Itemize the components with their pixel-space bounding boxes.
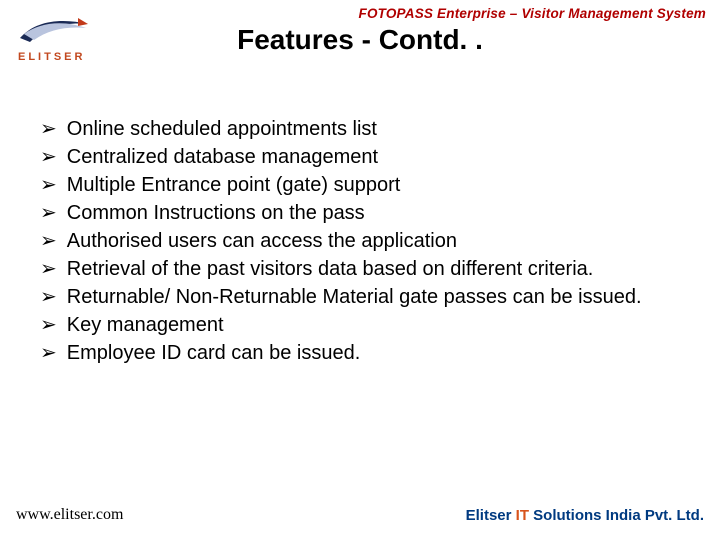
list-item: ➢ Key management [40,312,690,339]
footer-company: Elitser IT Solutions India Pvt. Ltd. [466,507,704,524]
bullet-icon: ➢ [40,256,57,283]
list-item: ➢ Online scheduled appointments list [40,116,690,143]
list-item: ➢ Centralized database management [40,144,690,171]
list-item-text: Authorised users can access the applicat… [67,228,457,255]
swoosh-icon [18,14,90,48]
bullet-icon: ➢ [40,172,57,199]
bullet-icon: ➢ [40,284,57,311]
footer-company-post: Solutions India Pvt. Ltd. [529,507,704,524]
bullet-icon: ➢ [40,312,57,339]
page-title: Features - Contd. . [0,24,720,56]
list-item-text: Common Instructions on the pass [67,200,365,227]
list-item-text: Employee ID card can be issued. [67,340,361,367]
bullet-icon: ➢ [40,144,57,171]
bullet-icon: ➢ [40,228,57,255]
product-header: FOTOPASS Enterprise – Visitor Management… [359,6,707,21]
footer: www.elitser.com Elitser IT Solutions Ind… [16,506,704,524]
brand-name: ELITSER [18,51,108,63]
bullet-icon: ➢ [40,116,57,143]
list-item: ➢ Retrieval of the past visitors data bas… [40,256,690,283]
list-item-text: Returnable/ Non-Returnable Material gate… [67,284,642,311]
list-item-text: Centralized database management [67,144,378,171]
feature-list: ➢ Online scheduled appointments list ➢ Cen… [40,116,690,368]
brand-logo: ELITSER [18,14,108,63]
footer-company-it: IT [516,507,529,524]
list-item-text: Multiple Entrance point (gate) support [67,172,401,199]
list-item: ➢ Common Instructions on the pass [40,200,690,227]
list-item: ➢ Authorised users can access the applica… [40,228,690,255]
list-item-text: Key management [67,312,224,339]
list-item-text: Online scheduled appointments list [67,116,377,143]
footer-company-pre: Elitser [466,507,516,524]
bullet-icon: ➢ [40,340,57,367]
bullet-icon: ➢ [40,200,57,227]
list-item: ➢ Multiple Entrance point (gate) support [40,172,690,199]
footer-url: www.elitser.com [16,506,123,524]
list-item: ➢ Returnable/ Non-Returnable Material gat… [40,284,690,311]
list-item-text: Retrieval of the past visitors data base… [67,256,594,283]
list-item: ➢ Employee ID card can be issued. [40,340,690,367]
